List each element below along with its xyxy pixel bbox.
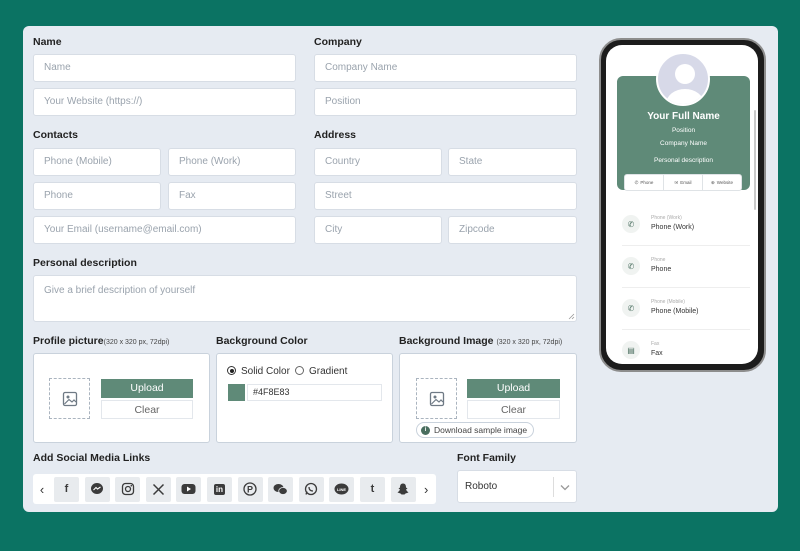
- phone-icon: ✆: [622, 299, 640, 317]
- info-icon: i: [421, 425, 430, 435]
- state-input[interactable]: State: [448, 148, 577, 176]
- profile-image-placeholder[interactable]: [49, 378, 90, 419]
- globe-icon: ⊕: [711, 179, 715, 185]
- font-family-value: Roboto: [465, 481, 498, 492]
- city-input[interactable]: City: [314, 216, 442, 244]
- profile-picture-label: Profile picture(320 x 320 px, 72dpi): [33, 335, 170, 347]
- preview-contact-row: ✆ Phone Phone: [622, 255, 742, 277]
- bg-image-placeholder[interactable]: [416, 378, 457, 419]
- profile-picture-hint: (320 x 320 px, 72dpi): [103, 339, 170, 346]
- preview-email-button[interactable]: ✉ Email: [664, 175, 703, 190]
- fax-icon: ▤: [622, 341, 640, 359]
- country-input[interactable]: Country: [314, 148, 442, 176]
- gradient-radio[interactable]: [295, 366, 304, 375]
- street-input[interactable]: Street: [314, 182, 577, 210]
- pinterest-icon[interactable]: P: [237, 476, 263, 502]
- youtube-icon[interactable]: [176, 476, 202, 502]
- color-swatch[interactable]: [228, 384, 245, 401]
- phone-work-input[interactable]: Phone (Work): [168, 148, 296, 176]
- address-label: Address: [314, 129, 357, 141]
- phone-icon: ✆: [622, 257, 640, 275]
- preview-description: Personal description: [654, 157, 713, 164]
- snapchat-icon[interactable]: [390, 476, 416, 502]
- svg-text:P: P: [247, 485, 253, 495]
- description-label: Personal description: [33, 257, 137, 269]
- instagram-icon[interactable]: [115, 476, 141, 502]
- phone-input[interactable]: Phone: [33, 182, 161, 210]
- position-input[interactable]: Position: [314, 88, 577, 116]
- wechat-icon[interactable]: [268, 476, 294, 502]
- profile-clear-button[interactable]: Clear: [101, 400, 193, 419]
- preview-action-buttons: ✆ Phone ✉ Email ⊕ Website: [624, 174, 742, 191]
- gradient-label: Gradient: [309, 366, 348, 377]
- email-input[interactable]: Your Email (username@email.com): [33, 216, 296, 244]
- bg-upload-button[interactable]: Upload: [467, 379, 560, 398]
- solid-color-radio[interactable]: [227, 366, 236, 375]
- preview-scrollbar[interactable]: [754, 110, 756, 210]
- preview-full-name: Your Full Name: [647, 111, 720, 122]
- company-name-input[interactable]: Company Name: [314, 54, 577, 82]
- company-label: Company: [314, 36, 362, 48]
- resize-handle-icon[interactable]: [568, 313, 575, 320]
- phone-icon: ✆: [634, 179, 639, 185]
- svg-text:LINE: LINE: [337, 486, 346, 491]
- chevron-right-icon[interactable]: ›: [420, 482, 432, 497]
- messenger-icon[interactable]: [84, 476, 110, 502]
- social-links-bar: ‹ f in P LINE t ›: [33, 474, 436, 504]
- preview-website-button[interactable]: ⊕ Website: [703, 175, 741, 190]
- preview-contact-row: ▤ Fax Fax: [622, 339, 742, 361]
- name-label: Name: [33, 36, 62, 48]
- website-input[interactable]: Your Website (https://): [33, 88, 296, 116]
- download-sample-button[interactable]: i Download sample image: [416, 422, 535, 438]
- download-sample-label: Download sample image: [434, 425, 528, 435]
- chevron-left-icon[interactable]: ‹: [36, 482, 48, 497]
- image-icon: [429, 391, 444, 406]
- profile-upload-button[interactable]: Upload: [101, 379, 193, 398]
- line-icon[interactable]: LINE: [329, 476, 355, 502]
- x-icon[interactable]: [145, 476, 171, 502]
- whatsapp-icon[interactable]: [298, 476, 324, 502]
- phone-mobile-input[interactable]: Phone (Mobile): [33, 148, 161, 176]
- phone-icon: ✆: [622, 215, 640, 233]
- bg-image-label: Background Image (320 x 320 px, 72dpi): [399, 335, 563, 347]
- font-family-label: Font Family: [457, 452, 516, 464]
- linkedin-icon[interactable]: in: [206, 476, 232, 502]
- email-icon: ✉: [674, 179, 679, 185]
- fax-input[interactable]: Fax: [168, 182, 296, 210]
- chevron-down-icon: [560, 485, 570, 491]
- tumblr-icon[interactable]: t: [359, 476, 385, 502]
- bg-image-hint: (320 x 320 px, 72dpi): [496, 339, 563, 346]
- preview-position: Position: [671, 127, 696, 134]
- solid-color-label: Solid Color: [241, 366, 290, 377]
- color-hex-input[interactable]: #4F8E83: [247, 384, 382, 401]
- image-icon: [62, 391, 77, 406]
- zipcode-input[interactable]: Zipcode: [448, 216, 577, 244]
- preview-contact-row: ✆ Phone (Work) Phone (Work): [622, 213, 742, 235]
- description-textarea[interactable]: Give a brief description of yourself: [33, 275, 577, 322]
- preview-company: Company Name: [660, 140, 707, 147]
- name-input[interactable]: Name: [33, 54, 296, 82]
- bg-clear-button[interactable]: Clear: [467, 400, 560, 419]
- font-family-select[interactable]: Roboto: [457, 470, 577, 503]
- preview-phone-button[interactable]: ✆ Phone: [625, 175, 664, 190]
- facebook-icon[interactable]: f: [54, 476, 79, 502]
- avatar: [656, 52, 710, 106]
- bg-color-label: Background Color: [216, 335, 308, 347]
- contacts-label: Contacts: [33, 129, 78, 141]
- phone-preview-screen: Your Full Name Position Company Name Per…: [606, 45, 758, 364]
- social-label: Add Social Media Links: [33, 452, 151, 464]
- preview-contact-row: ✆ Phone (Mobile) Phone (Mobile): [622, 297, 742, 319]
